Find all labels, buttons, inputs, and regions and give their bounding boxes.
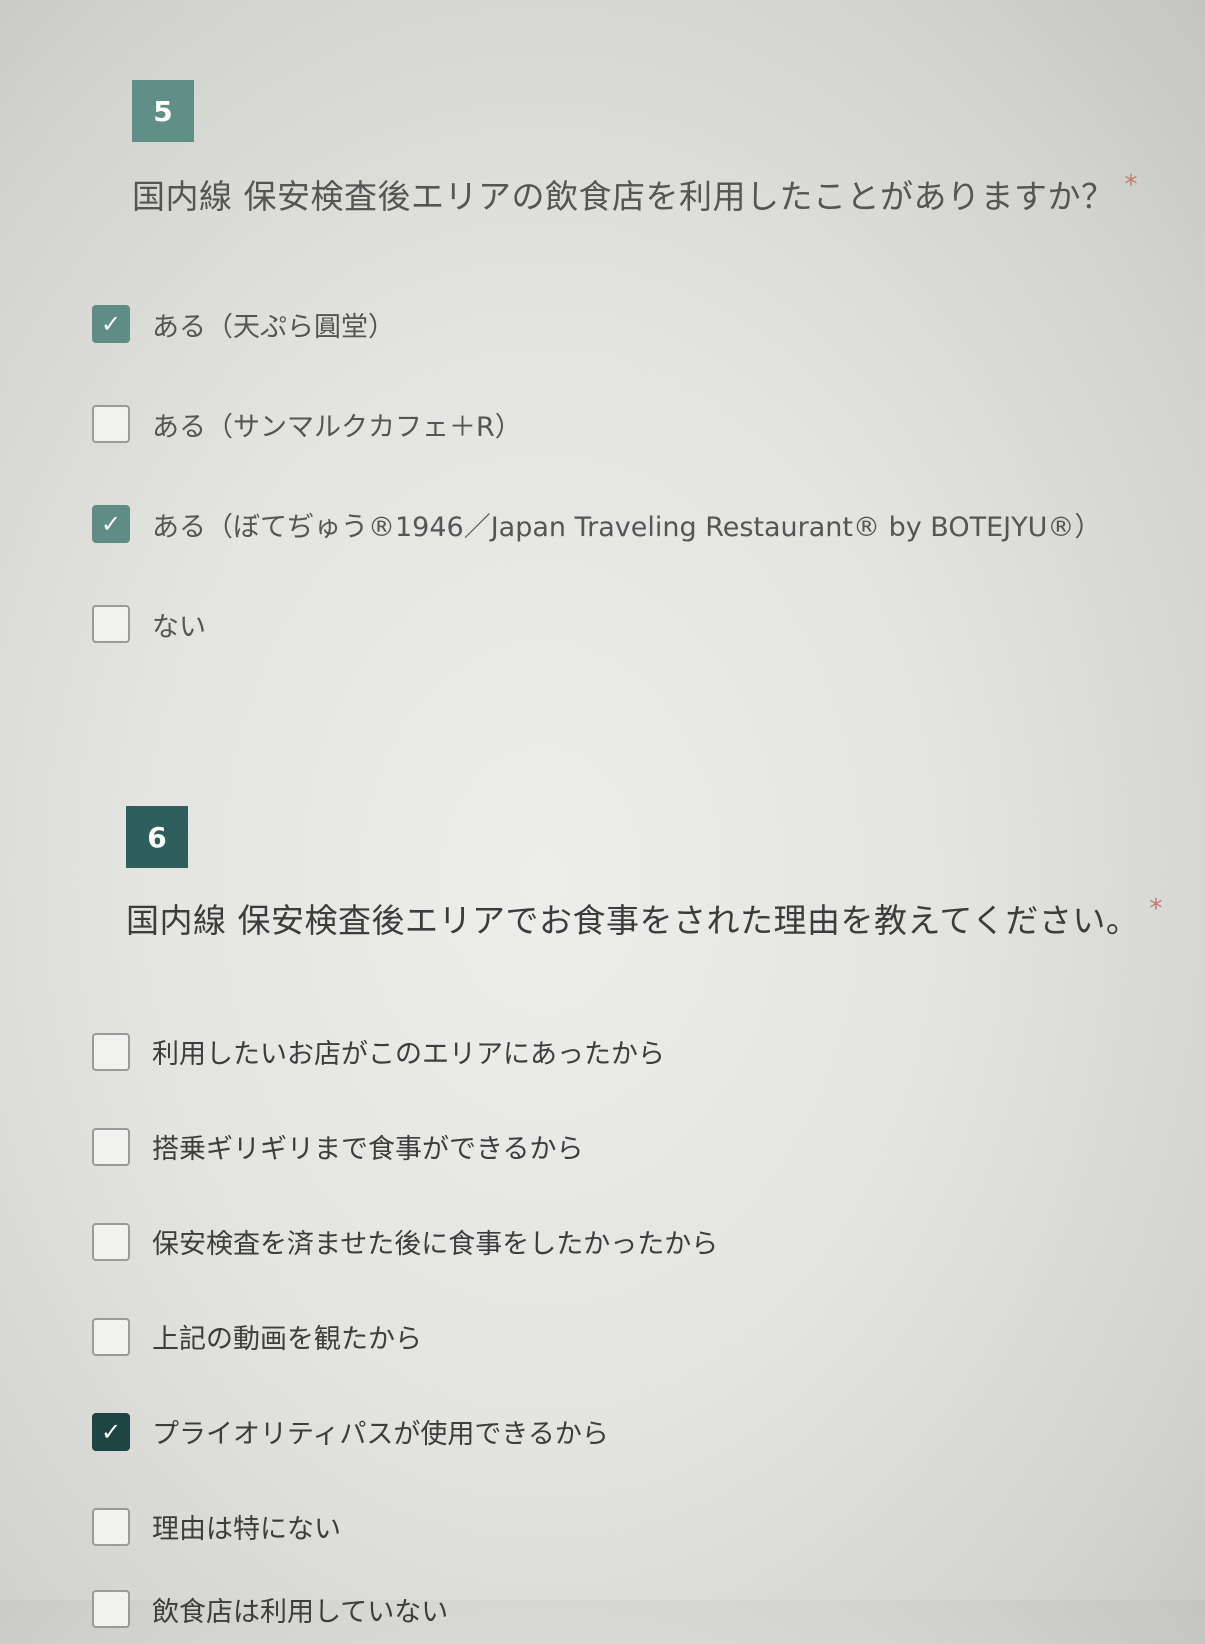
checkbox[interactable] [92, 1127, 130, 1166]
option-label: プライオリティパスが使用できるから [152, 1419, 609, 1450]
question-number-badge: 5 [132, 80, 194, 142]
question-5: 5 国内線 保安検査後エリアの飲食店を利用したことがありますか？ * ✓ ある（天… [92, 80, 1138, 674]
option-reason-no-particular[interactable]: 理由は特にない [92, 1479, 1163, 1574]
option-reason-eat-until-boarding[interactable]: 搭乗ギリギリまで食事ができるから [92, 1099, 1163, 1194]
option-label: ある（天ぷら圓堂） [152, 311, 395, 343]
option-label: 保安検査を済ませた後に食事をしたかったから [152, 1229, 719, 1260]
option-label: 飲食店は利用していない [152, 1596, 449, 1628]
question-title: 国内線 保安検査後エリアでお食事をされた理由を教えてください。 * [126, 894, 1163, 942]
option-label: ない [152, 611, 206, 643]
required-asterisk: * [1149, 894, 1163, 924]
checkbox[interactable] [92, 1317, 130, 1356]
checkbox[interactable]: ✓ [92, 1412, 130, 1451]
option-label: 利用したいお店がこのエリアにあったから [152, 1039, 665, 1070]
option-label: 搭乗ギリギリまで食事ができるから [152, 1134, 584, 1165]
question-title: 国内線 保安検査後エリアの飲食店を利用したことがありますか？ * [132, 170, 1138, 218]
option-reason-did-not-use[interactable]: 飲食店は利用していない [92, 1574, 1163, 1644]
check-icon: ✓ [100, 510, 122, 538]
option-reason-after-security[interactable]: 保安検査を済ませた後に食事をしたかったから [92, 1194, 1163, 1289]
option-tempura-endo[interactable]: ✓ ある（天ぷら圓堂） [92, 274, 1138, 374]
checkbox[interactable]: ✓ [92, 505, 130, 543]
option-list: ✓ ある（天ぷら圓堂） ある（サンマルクカフェ＋R） ✓ ある（ぼてぢゅう®19… [92, 274, 1138, 674]
checkbox[interactable] [92, 1032, 130, 1071]
checkbox[interactable] [92, 405, 130, 443]
checkbox[interactable]: ✓ [92, 305, 130, 343]
option-list: 利用したいお店がこのエリアにあったから 搭乗ギリギリまで食事ができるから 保安検… [92, 1004, 1163, 1644]
check-icon: ✓ [100, 310, 122, 338]
question-number-badge: 6 [126, 806, 188, 868]
option-label: ある（ぼてぢゅう®1946／Japan Traveling Restaurant… [152, 511, 1102, 543]
option-reason-priority-pass[interactable]: ✓ プライオリティパスが使用できるから [92, 1384, 1163, 1479]
checkbox[interactable] [92, 1222, 130, 1261]
option-botejyu[interactable]: ✓ ある（ぼてぢゅう®1946／Japan Traveling Restaura… [92, 474, 1138, 574]
option-label: 理由は特にない [152, 1514, 341, 1545]
option-label: 上記の動画を観たから [152, 1324, 422, 1355]
checkbox[interactable] [92, 605, 130, 643]
survey-form: 5 国内線 保安検査後エリアの飲食店を利用したことがありますか？ * ✓ ある（天… [0, 0, 1205, 1628]
question-title-text: 国内線 保安検査後エリアの飲食店を利用したことがありますか？ [132, 177, 1115, 216]
option-reason-watched-video[interactable]: 上記の動画を観たから [92, 1289, 1163, 1384]
checkbox[interactable] [92, 1507, 130, 1546]
check-icon: ✓ [100, 1417, 122, 1446]
checkbox[interactable] [92, 1590, 130, 1628]
question-6: 6 国内線 保安検査後エリアでお食事をされた理由を教えてください。 * 利用したい… [92, 806, 1163, 1644]
option-saint-marc-cafe[interactable]: ある（サンマルクカフェ＋R） [92, 374, 1138, 474]
option-label: ある（サンマルクカフェ＋R） [152, 411, 522, 443]
option-none[interactable]: ない [92, 574, 1138, 674]
required-asterisk: * [1124, 170, 1138, 200]
option-reason-shop-in-area[interactable]: 利用したいお店がこのエリアにあったから [92, 1004, 1163, 1099]
question-title-text: 国内線 保安検査後エリアでお食事をされた理由を教えてください。 [126, 901, 1140, 940]
